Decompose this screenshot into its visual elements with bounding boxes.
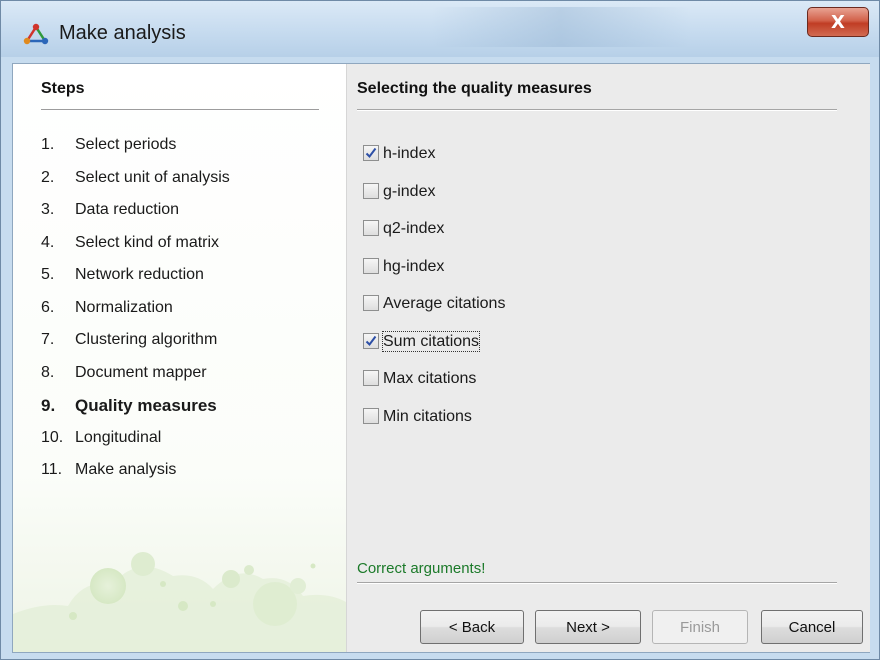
step-item: 10. Longitudinal <box>41 429 230 462</box>
checkbox-unchecked[interactable] <box>363 257 379 274</box>
option-label[interactable]: Max citations <box>383 369 476 388</box>
quality-measure-option[interactable]: q2-index <box>363 219 505 257</box>
quality-measure-option[interactable]: Max citations <box>363 369 505 407</box>
step-item: 7. Clustering algorithm <box>41 331 230 364</box>
checkbox-unchecked[interactable] <box>363 407 379 424</box>
step-number: 2. <box>41 168 55 186</box>
quality-measure-options: h-index g-index q2-index hg-index Average ci… <box>363 144 505 444</box>
checkbox-unchecked[interactable] <box>363 220 379 236</box>
step-number: 8. <box>41 363 55 381</box>
close-button[interactable]: X <box>807 7 869 37</box>
step-number: 6. <box>41 298 55 316</box>
dialog-client-area: Steps 1. Select periods 2. Select unit of a… <box>12 63 870 653</box>
step-number: 4. <box>41 233 55 251</box>
quality-measure-option[interactable]: Average citations <box>363 294 505 332</box>
app-triangle-icon <box>23 23 49 45</box>
steps-panel: Steps 1. Select periods 2. Select unit of a… <box>13 64 346 652</box>
step-item: 5. Network reduction <box>41 266 230 299</box>
steps-divider <box>41 109 319 111</box>
step-label: Normalization <box>75 298 173 316</box>
window-title: Make analysis <box>59 22 186 44</box>
footer-divider <box>357 582 837 584</box>
step-label: Longitudinal <box>75 428 162 446</box>
cancel-button[interactable]: Cancel <box>761 610 863 644</box>
step-label: Select periods <box>75 136 177 153</box>
step-label: Select kind of matrix <box>75 233 220 251</box>
step-label: Select unit of analysis <box>75 168 230 186</box>
option-label[interactable]: h-index <box>383 144 435 163</box>
quality-measure-option[interactable]: h-index <box>363 144 505 182</box>
step-number: 5. <box>41 266 55 283</box>
close-icon: X <box>831 11 845 33</box>
step-label: Clustering algorithm <box>75 331 218 348</box>
quality-measures-panel: Selecting the quality measures h-index g-… <box>346 64 870 652</box>
step-number: 9. <box>41 396 56 415</box>
checkmark-icon <box>365 335 377 346</box>
step-label: Document mapper <box>75 363 207 381</box>
decorative-bubbles <box>13 552 346 652</box>
step-item: 1. Select periods <box>41 136 230 169</box>
status-message: Correct arguments! <box>357 560 486 577</box>
checkbox-unchecked[interactable] <box>363 295 379 311</box>
checkmark-icon <box>365 147 377 159</box>
section-divider <box>357 109 837 111</box>
make-analysis-dialog: Make analysis X Steps 1. Select periods 2.… <box>0 0 880 660</box>
step-item: 6. Normalization <box>41 299 230 332</box>
step-number: 10. <box>41 428 64 446</box>
quality-measure-option[interactable]: hg-index <box>363 257 505 295</box>
steps-heading: Steps <box>41 80 85 97</box>
step-number: 3. <box>41 201 55 218</box>
step-item: 3. Data reduction <box>41 201 230 234</box>
step-label: Quality measures <box>75 396 217 415</box>
step-label: Network reduction <box>75 266 204 283</box>
checkbox-unchecked[interactable] <box>363 182 379 199</box>
step-item: 9. Quality measures <box>41 396 230 429</box>
step-item: 2. Select unit of analysis <box>41 169 230 202</box>
steps-list: 1. Select periods 2. Select unit of analysi… <box>41 136 230 494</box>
finish-button[interactable]: Finish <box>652 610 748 644</box>
quality-measure-option[interactable]: g-index <box>363 182 505 220</box>
back-button[interactable]: < Back <box>420 610 524 644</box>
step-item: 8. Document mapper <box>41 364 230 397</box>
section-title: Selecting the quality measures <box>357 80 592 97</box>
checkbox-checked[interactable] <box>363 332 379 349</box>
quality-measure-option[interactable]: Sum citations <box>363 330 505 370</box>
option-label[interactable]: Sum citations <box>381 330 481 352</box>
title-bar[interactable]: Make analysis X <box>1 1 879 57</box>
option-label[interactable]: g-index <box>383 182 435 201</box>
checkbox-checked[interactable] <box>363 145 379 161</box>
step-label: Data reduction <box>75 201 180 218</box>
next-button[interactable]: Next > <box>535 610 641 644</box>
step-item: 4. Select kind of matrix <box>41 234 230 267</box>
option-label[interactable]: hg-index <box>383 257 444 276</box>
quality-measure-option[interactable]: Min citations <box>363 407 505 445</box>
option-label[interactable]: Min citations <box>383 407 472 426</box>
title-bar-sheen <box>431 7 691 47</box>
option-label[interactable]: Average citations <box>383 294 505 313</box>
step-number: 7. <box>41 331 55 348</box>
option-label[interactable]: q2-index <box>383 219 444 238</box>
checkbox-unchecked[interactable] <box>363 370 379 386</box>
step-number: 1. <box>41 136 55 153</box>
